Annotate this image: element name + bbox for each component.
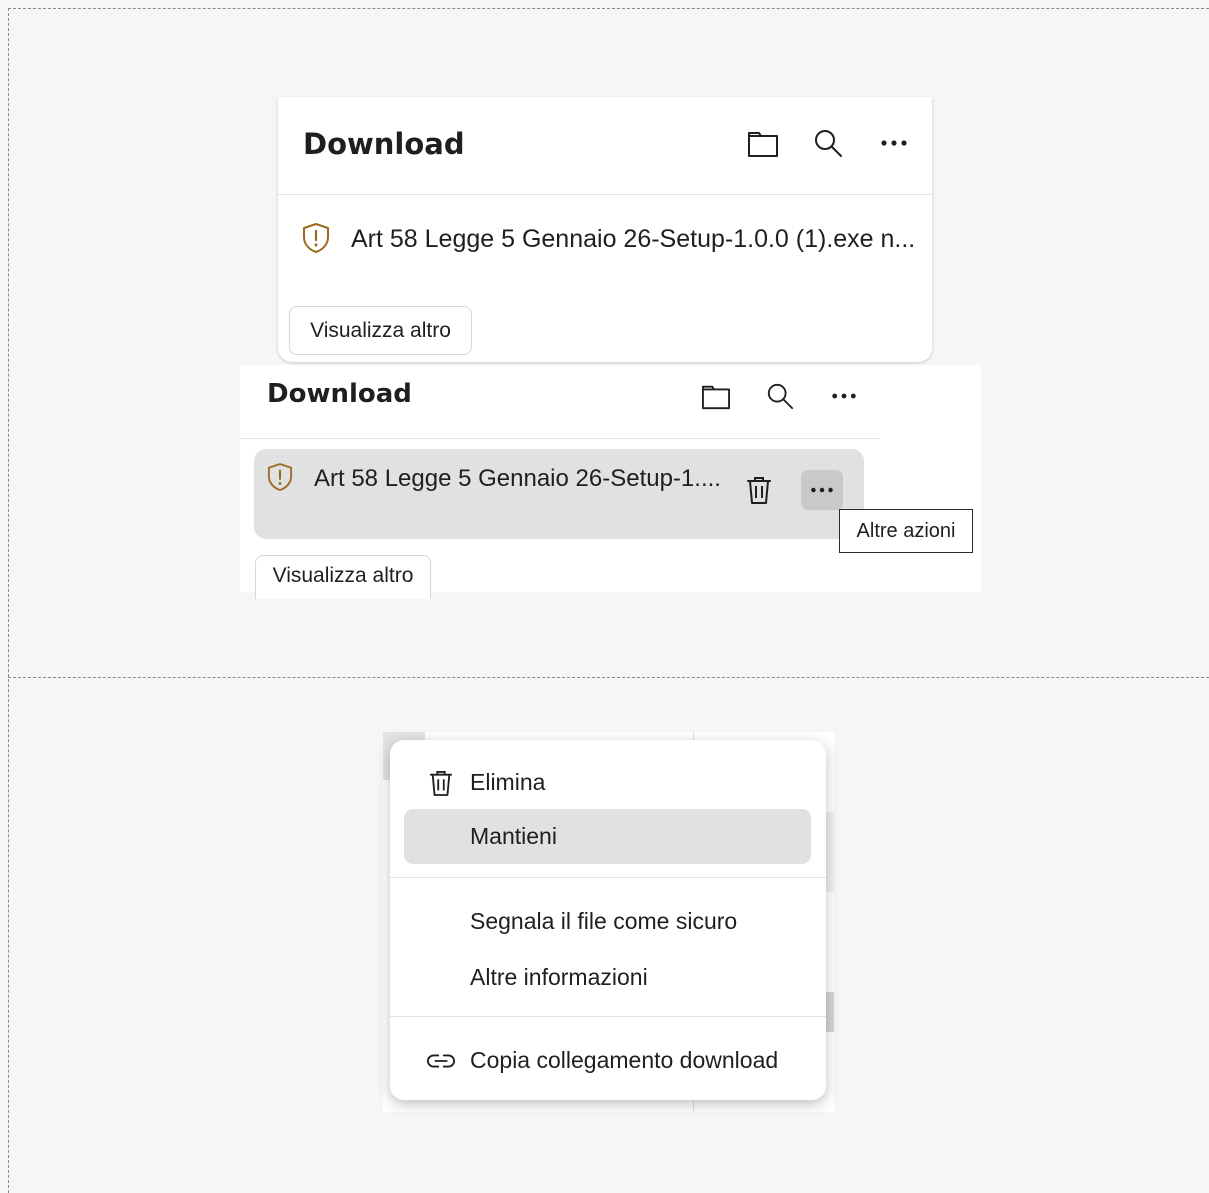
menu-separator xyxy=(390,1016,826,1017)
downloads-panel-hover: Download Art 58 Legge 5 Gennaio 26-Setup… xyxy=(240,365,880,599)
backdrop-fragment xyxy=(826,812,834,892)
menu-item-report-safe[interactable]: Segnala il file come sicuro xyxy=(404,894,811,949)
menu-separator xyxy=(390,877,826,878)
menu-item-keep[interactable]: Mantieni xyxy=(404,809,811,864)
search-downloads-button[interactable] xyxy=(808,123,848,163)
download-item-filename[interactable]: Art 58 Legge 5 Gennaio 26-Setup-1.... xyxy=(314,465,721,493)
see-more-button[interactable]: Visualizza altro xyxy=(255,555,431,599)
menu-item-delete[interactable]: Elimina xyxy=(404,755,811,810)
menu-item-label: Elimina xyxy=(470,769,546,795)
menu-item-more-info[interactable]: Altre informazioni xyxy=(404,950,811,1005)
search-downloads-button[interactable] xyxy=(760,376,800,416)
link-icon xyxy=(427,1047,455,1075)
more-icon xyxy=(881,140,907,146)
more-options-button[interactable] xyxy=(874,123,914,163)
divider-left xyxy=(8,8,9,1193)
menu-item-copy-link[interactable]: Copia collegamento download xyxy=(404,1033,811,1088)
delete-download-button[interactable] xyxy=(739,470,779,510)
open-folder-button[interactable] xyxy=(696,376,736,416)
more-actions-button[interactable] xyxy=(801,470,843,510)
open-folder-button[interactable] xyxy=(743,123,783,163)
menu-item-label: Copia collegamento download xyxy=(470,1047,779,1073)
trash-icon xyxy=(747,477,771,504)
folder-icon xyxy=(702,385,730,410)
panel-header: Download xyxy=(278,97,932,195)
divider-top xyxy=(8,8,1209,9)
shield-warning-icon xyxy=(267,463,293,491)
shield-warning-icon xyxy=(303,223,329,253)
more-options-button[interactable] xyxy=(824,376,864,416)
search-icon xyxy=(815,130,842,157)
backdrop-fragment xyxy=(826,992,834,1032)
download-context-menu: Elimina Mantieni Segnala il file come si… xyxy=(390,740,826,1100)
menu-item-label: Segnala il file come sicuro xyxy=(470,908,738,934)
panel-header: Download xyxy=(240,365,880,439)
trash-icon xyxy=(427,769,455,797)
divider-middle xyxy=(8,677,1209,678)
folder-icon xyxy=(748,132,778,157)
tooltip-backdrop xyxy=(880,365,981,592)
download-item-filename[interactable]: Art 58 Legge 5 Gennaio 26-Setup-1.0.0 (1… xyxy=(351,225,915,254)
panel-title: Download xyxy=(267,379,412,409)
menu-item-label: Mantieni xyxy=(470,823,557,849)
more-actions-tooltip: Altre azioni xyxy=(839,509,973,553)
search-icon xyxy=(767,383,794,410)
panel-title: Download xyxy=(303,127,465,161)
menu-item-label: Altre informazioni xyxy=(470,964,648,990)
more-icon xyxy=(811,487,833,493)
see-more-button[interactable]: Visualizza altro xyxy=(289,306,472,355)
more-icon xyxy=(832,393,856,399)
downloads-panel: Download Art 58 Legge 5 Gennaio 26-Setup… xyxy=(278,97,932,362)
